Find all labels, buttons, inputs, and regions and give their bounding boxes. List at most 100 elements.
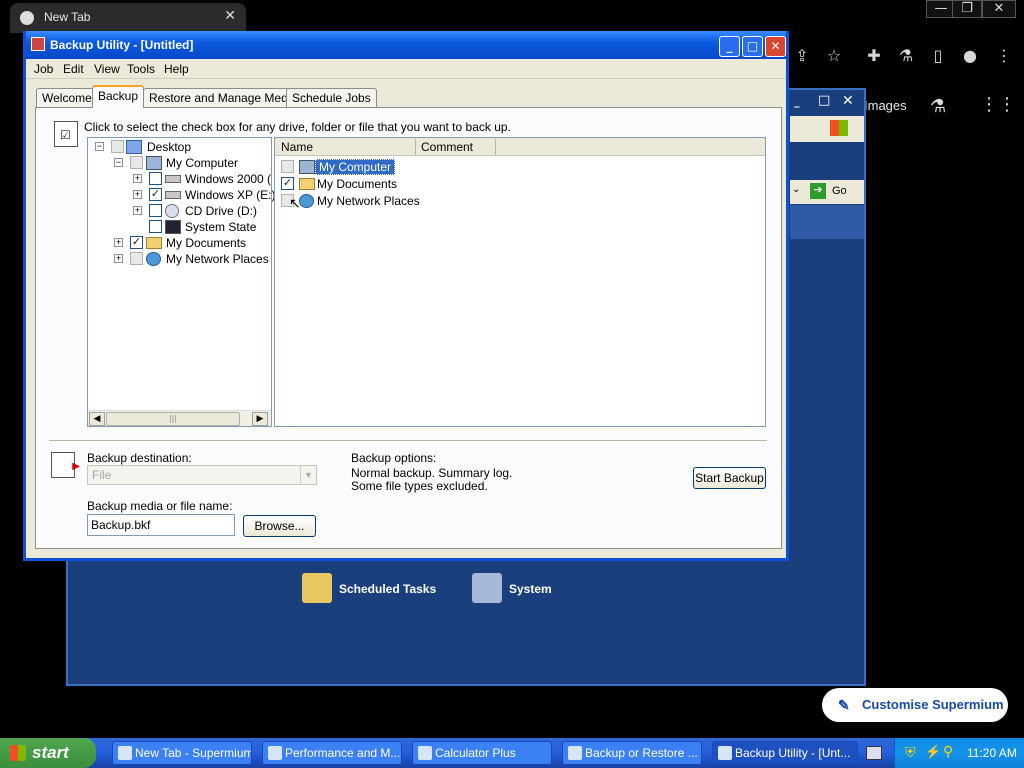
backup-titlebar[interactable]: Backup Utility - [Untitled] _ □ ✕: [26, 31, 786, 59]
tab-welcome[interactable]: Welcome: [36, 88, 98, 107]
file-list[interactable]: Name Comment My Computer ✓ My Documents …: [274, 137, 766, 427]
start-backup-button[interactable]: Start Backup: [693, 467, 766, 489]
google-apps-icon[interactable]: ⋮⋮: [980, 94, 1016, 115]
expand-icon[interactable]: +: [114, 254, 123, 263]
column-separator[interactable]: [495, 139, 496, 155]
close-button[interactable]: ✕: [765, 36, 786, 57]
labs-icon[interactable]: ⚗: [894, 45, 918, 67]
taskbar-item-backup-utility[interactable]: Backup Utility - [Unt...: [712, 741, 858, 765]
minimize-button[interactable]: _: [719, 36, 740, 57]
maximize-button[interactable]: □: [742, 36, 763, 57]
dropdown-arrow-icon[interactable]: ▼: [300, 466, 316, 484]
menu-help[interactable]: Help: [164, 62, 189, 76]
system-link[interactable]: System: [509, 582, 552, 596]
taskbar-item-new-tab[interactable]: New Tab - Supermium: [112, 741, 252, 765]
clock[interactable]: 11:20 AM: [967, 746, 1017, 760]
go-arrow-icon[interactable]: ➔: [810, 183, 826, 199]
address-dropdown-icon[interactable]: ⌄: [792, 184, 800, 195]
bookmark-star-icon[interactable]: ☆: [822, 45, 846, 67]
scheduled-tasks-link[interactable]: Scheduled Tasks: [339, 582, 436, 596]
list-item-my-documents[interactable]: ✓ My Documents: [279, 176, 479, 192]
tree-item-windows-xp[interactable]: + ✓ Windows XP (E:): [88, 187, 275, 203]
tree-item-desktop[interactable]: − Desktop: [88, 139, 268, 155]
scroll-thumb[interactable]: |||: [106, 412, 240, 426]
tab-close-icon[interactable]: ✕: [224, 8, 236, 24]
menu-view[interactable]: View: [94, 62, 120, 76]
list-item-network-places[interactable]: My Network Places ↖: [279, 193, 479, 211]
tab-backup[interactable]: Backup: [92, 85, 145, 108]
system-icon[interactable]: [472, 573, 502, 603]
google-images-link[interactable]: Images: [864, 98, 907, 113]
browser-close-button[interactable]: ✕: [982, 0, 1016, 18]
scroll-right-icon[interactable]: ▶: [252, 412, 268, 426]
drive-tree[interactable]: − Desktop − My Computer + Windows 2000 (…: [87, 137, 275, 427]
tree-checkbox[interactable]: [130, 156, 143, 169]
cp-address-bar: ⌄ ➔ Go: [790, 180, 864, 204]
go-button[interactable]: Go: [832, 185, 847, 197]
cp-toolbar: [790, 116, 864, 142]
tree-checkbox[interactable]: [149, 220, 162, 233]
extensions-icon[interactable]: ✚: [862, 45, 886, 67]
list-checkbox[interactable]: [281, 160, 294, 173]
tree-label: CD Drive (D:): [185, 204, 257, 218]
collapse-icon[interactable]: −: [114, 158, 123, 167]
expand-icon[interactable]: +: [114, 238, 123, 247]
expand-icon[interactable]: +: [133, 174, 142, 183]
taskbar-item-performance[interactable]: Performance and M...: [262, 741, 402, 765]
hard-drive-icon: [165, 175, 181, 183]
column-name[interactable]: Name: [281, 140, 313, 154]
side-panel-icon[interactable]: ▯: [926, 45, 950, 67]
tree-checkbox-checked[interactable]: ✓: [149, 188, 162, 201]
windows-flag-icon: [10, 745, 26, 761]
tree-item-windows-2000[interactable]: + Windows 2000 (C: [88, 171, 271, 187]
expand-icon[interactable]: +: [133, 190, 142, 199]
customise-supermium-button[interactable]: ✎ Customise Supermium: [822, 688, 1008, 722]
media-filename-input[interactable]: Backup.bkf: [87, 514, 235, 536]
share-icon[interactable]: ⇪: [790, 45, 814, 67]
tree-label: My Documents: [166, 236, 247, 250]
tree-checkbox[interactable]: [111, 140, 124, 153]
taskbar-item-calculator[interactable]: Calculator Plus: [412, 741, 552, 765]
tree-checkbox[interactable]: [149, 204, 162, 217]
keyboard-icon[interactable]: [866, 746, 882, 760]
task-label: Calculator Plus: [435, 746, 516, 760]
search-icon[interactable]: ⚲: [943, 743, 953, 760]
profile-avatar-icon[interactable]: ●: [958, 45, 982, 67]
expand-icon[interactable]: +: [133, 206, 142, 215]
tree-checkbox[interactable]: [149, 172, 162, 185]
tree-checkbox[interactable]: [130, 252, 143, 265]
browser-restore-button[interactable]: ❐: [952, 0, 982, 18]
browser-menu-icon[interactable]: ⋮: [992, 45, 1016, 67]
tree-checkbox-checked[interactable]: ✓: [130, 236, 143, 249]
tab-schedule-jobs[interactable]: Schedule Jobs: [286, 88, 377, 107]
tree-item-my-documents[interactable]: + ✓ My Documents: [88, 235, 271, 251]
menu-tools[interactable]: Tools: [127, 62, 155, 76]
cp-close-button[interactable]: ✕: [842, 93, 854, 109]
menu-edit[interactable]: Edit: [63, 62, 84, 76]
start-button[interactable]: start: [0, 738, 96, 768]
security-shield-icon[interactable]: ⛨: [905, 744, 916, 761]
list-checkbox-checked[interactable]: ✓: [281, 177, 294, 190]
menu-job[interactable]: Job: [34, 62, 53, 76]
network-icon[interactable]: ⚡: [925, 744, 941, 760]
cp-maximize-button[interactable]: □: [818, 93, 830, 108]
browser-tab[interactable]: New Tab ✕: [10, 3, 246, 33]
scheduled-tasks-icon[interactable]: [302, 573, 332, 603]
cp-minimize-button[interactable]: _: [794, 95, 800, 108]
browse-button[interactable]: Browse...: [243, 515, 316, 537]
tab-restore[interactable]: Restore and Manage Media: [143, 88, 304, 107]
tree-item-cd-drive[interactable]: + CD Drive (D:): [88, 203, 271, 219]
tree-horizontal-scrollbar[interactable]: ◀ ||| ▶: [88, 410, 271, 426]
options-line-1: Normal backup. Summary log.: [351, 466, 513, 480]
tree-item-my-computer[interactable]: − My Computer: [88, 155, 268, 171]
destination-select[interactable]: File ▼: [87, 465, 317, 485]
tree-item-system-state[interactable]: System State: [88, 219, 271, 235]
scroll-left-icon[interactable]: ◀: [89, 412, 105, 426]
google-labs-icon[interactable]: ⚗: [930, 96, 946, 117]
taskbar-item-backup-restore[interactable]: Backup or Restore ...: [562, 741, 702, 765]
tree-item-network-places[interactable]: + My Network Places: [88, 251, 271, 267]
column-comment[interactable]: Comment: [421, 140, 473, 154]
column-separator[interactable]: [415, 139, 416, 155]
collapse-icon[interactable]: −: [95, 142, 104, 151]
list-item-my-computer[interactable]: My Computer: [279, 159, 479, 175]
